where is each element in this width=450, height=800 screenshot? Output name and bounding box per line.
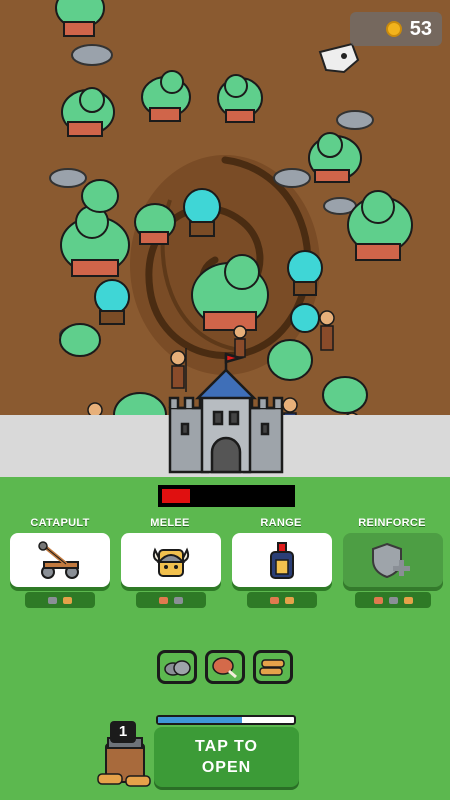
orc-enemy	[134, 203, 176, 245]
orc-enemy	[55, 0, 105, 37]
chest-progress-fill	[158, 717, 243, 723]
coin-counter: 53	[350, 12, 442, 46]
catapult-button[interactable]	[10, 533, 110, 587]
wood-resource-button[interactable]	[253, 650, 293, 684]
wood-icon	[259, 659, 285, 676]
castle-health-fill	[162, 489, 190, 503]
range-label: RANGE	[260, 517, 302, 529]
reinforce-cost	[355, 592, 431, 608]
orc-enemy	[347, 190, 413, 261]
melee-cost	[136, 592, 206, 608]
stone-resource-button[interactable]	[157, 650, 197, 684]
melee-button[interactable]	[121, 533, 221, 587]
goblin-enemy	[290, 303, 320, 333]
goblin-enemy	[183, 188, 221, 237]
stone-icon	[48, 596, 57, 604]
orc-enemy	[60, 205, 130, 277]
melee-label: MELEE	[150, 517, 190, 529]
spartan-helmet-icon	[270, 542, 294, 579]
orc-enemy	[308, 132, 362, 183]
rock	[49, 168, 87, 188]
castle[interactable]	[168, 352, 284, 474]
stone-icon	[174, 596, 183, 604]
chest-progress-bar	[156, 715, 296, 725]
reinforce-label: REINFORCE	[358, 517, 426, 529]
orc-enemy	[81, 179, 119, 213]
range-cost	[247, 592, 317, 608]
game-screen: 53 CATAPULT MELEE RANGE REINFORCE 1 TAP …	[0, 0, 450, 800]
stone-icon	[164, 660, 191, 676]
castle-health-bar	[158, 485, 295, 507]
open-chest-label: TAP TO OPEN	[195, 738, 258, 776]
dinosaur-skull	[318, 42, 360, 74]
reinforce-button[interactable]	[343, 533, 443, 587]
meat-icon	[373, 596, 383, 604]
catapult-cost	[25, 592, 95, 608]
gold-coin-icon	[385, 21, 402, 37]
coin-count: 53	[409, 17, 432, 40]
rock	[336, 110, 374, 130]
catapult-label: CATAPULT	[30, 517, 90, 529]
castle-layer	[168, 352, 284, 474]
meat-icon	[212, 657, 237, 679]
stone-icon	[388, 596, 398, 604]
wood-icon	[403, 596, 413, 604]
goblin-enemy	[287, 250, 323, 296]
goblin-enemy	[94, 279, 130, 325]
wood-icon	[63, 596, 72, 604]
catapult-icon	[38, 541, 79, 579]
meat-icon	[270, 596, 279, 604]
open-chest-button[interactable]: TAP TO OPEN	[154, 727, 299, 787]
orc-enemy	[61, 87, 115, 137]
wood-icon	[285, 596, 294, 604]
chest-count: 1	[110, 721, 136, 743]
range-button[interactable]	[232, 533, 332, 587]
shield-plus-icon	[372, 542, 410, 579]
orc-enemy	[217, 74, 263, 123]
orc-enemy	[141, 70, 191, 122]
meat-resource-button[interactable]	[205, 650, 245, 684]
rock	[71, 44, 113, 66]
viking-helmet-icon	[152, 547, 190, 577]
rock	[273, 168, 311, 188]
meat-icon	[159, 596, 168, 604]
